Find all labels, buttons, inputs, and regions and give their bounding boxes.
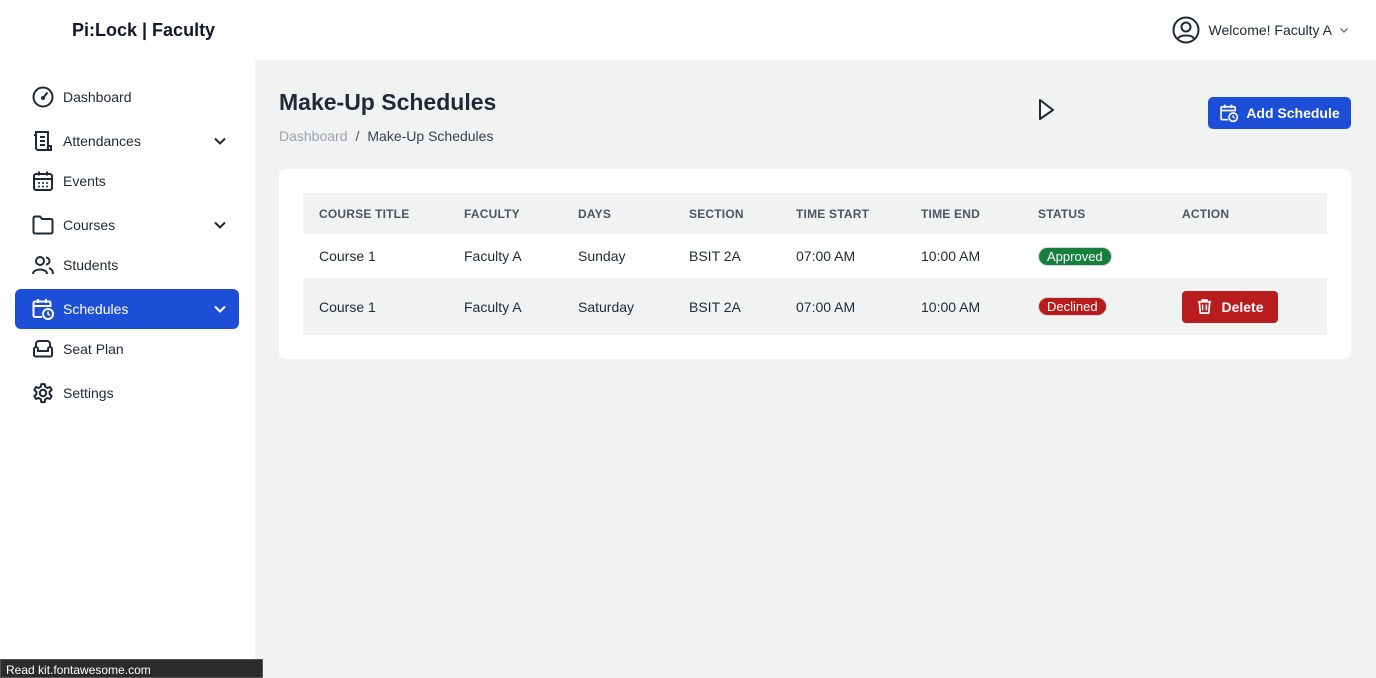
delete-label: Delete [1221,298,1264,315]
cell-status: Approved [1022,234,1166,278]
breadcrumb-separator: / [355,128,360,144]
browser-status-bar: Read kit.fontawesome.com [0,659,263,678]
chevron-down-icon [214,221,226,229]
column-header-faculty: FACULTY [464,206,520,221]
cell-action [1166,234,1327,278]
column-header-status: STATUS [1038,206,1086,221]
sidebar-item-settings[interactable]: Settings [15,373,239,413]
cell-days: Saturday [578,298,635,315]
sidebar-item-label: Seat Plan [63,341,124,357]
column-header-time-start: TIME START [796,206,870,221]
cell-status: Declined [1022,278,1166,335]
sidebar-item-label: Students [63,257,119,273]
add-schedule-label: Add Schedule [1246,105,1340,121]
app-brand: Pi:Lock | Faculty [72,19,216,40]
status-badge: Approved [1038,246,1112,266]
cell-time-start: 07:00 AM [796,248,856,264]
sidebar-item-label: Dashboard [63,89,132,105]
table-row: Course 1 Faculty A Sunday BSIT 2A 07:00 … [303,234,1327,278]
user-circle-icon [1172,16,1200,44]
cell-action: Delete [1166,278,1327,335]
gear-icon [33,383,53,404]
cell-time-end: 10:00 AM [921,298,981,315]
breadcrumb: Dashboard / Make-Up Schedules [279,128,493,144]
breadcrumb-dashboard-link[interactable]: Dashboard [279,128,348,144]
cell-time-end: 10:00 AM [921,248,981,264]
breadcrumb-current: Make-Up Schedules [367,128,494,144]
add-schedule-button[interactable]: Add Schedule [1208,97,1351,129]
sidebar-item-label: Schedules [63,301,129,317]
column-header-days: DAYS [578,206,612,221]
table-row: Course 1 Faculty A Saturday BSIT 2A 07:0… [303,278,1327,335]
sidebar: Dashboard Attendances Events Courses Stu… [0,60,255,678]
sidebar-item-courses[interactable]: Courses [15,205,239,245]
sidebar-item-events[interactable]: Events [15,161,239,201]
delete-button[interactable]: Delete [1182,290,1278,323]
mouse-cursor-icon [1039,99,1054,120]
chevron-down-icon [214,137,226,145]
schedules-table: COURSE TITLE FACULTY DAYS SECTION TIME S… [303,193,1327,335]
user-menu[interactable]: Welcome! Faculty A [1172,16,1350,44]
sidebar-item-attendances[interactable]: Attendances [15,121,239,161]
users-icon [32,256,54,275]
sidebar-item-schedules[interactable]: Schedules [15,289,239,329]
column-header-section: SECTION [689,206,744,221]
cell-section: BSIT 2A [689,248,741,264]
welcome-text: Welcome! Faculty A [1208,22,1332,38]
chevron-down-icon [214,305,226,313]
page-title: Make-Up Schedules [279,89,497,115]
sidebar-item-dashboard[interactable]: Dashboard [15,77,239,117]
column-header-course-title: COURSE TITLE [319,206,410,221]
calendar-clock-icon [32,299,54,320]
column-header-time-end: TIME END [921,206,980,221]
couch-icon [33,340,53,358]
cell-days: Sunday [578,248,626,264]
trash-icon [1198,299,1212,314]
cell-course-title: Course 1 [319,298,376,315]
cell-course-title: Course 1 [319,248,376,264]
folder-icon [32,215,54,235]
table-header-row: COURSE TITLE FACULTY DAYS SECTION TIME S… [303,193,1327,234]
calendar-icon [33,171,53,191]
column-header-action: ACTION [1182,206,1230,221]
sidebar-item-label: Events [63,173,106,189]
sidebar-item-label: Attendances [63,133,141,149]
sidebar-item-label: Courses [63,217,116,233]
cell-faculty: Faculty A [464,298,522,315]
sidebar-item-seat-plan[interactable]: Seat Plan [15,329,239,369]
calendar-clock-icon [1220,104,1239,123]
sidebar-item-label: Settings [63,385,114,401]
cell-faculty: Faculty A [464,248,522,264]
scroll-icon [34,131,52,151]
chevron-down-icon [1340,28,1348,33]
cell-section: BSIT 2A [689,298,741,315]
status-badge: Declined [1038,297,1107,316]
schedules-card: COURSE TITLE FACULTY DAYS SECTION TIME S… [279,169,1351,359]
sidebar-item-students[interactable]: Students [15,245,239,285]
main-content: Make-Up Schedules Dashboard / Make-Up Sc… [255,60,1376,678]
cell-time-start: 07:00 AM [796,298,856,315]
top-bar: Pi:Lock | Faculty Welcome! Faculty A [0,0,1376,60]
gauge-icon [32,86,54,108]
